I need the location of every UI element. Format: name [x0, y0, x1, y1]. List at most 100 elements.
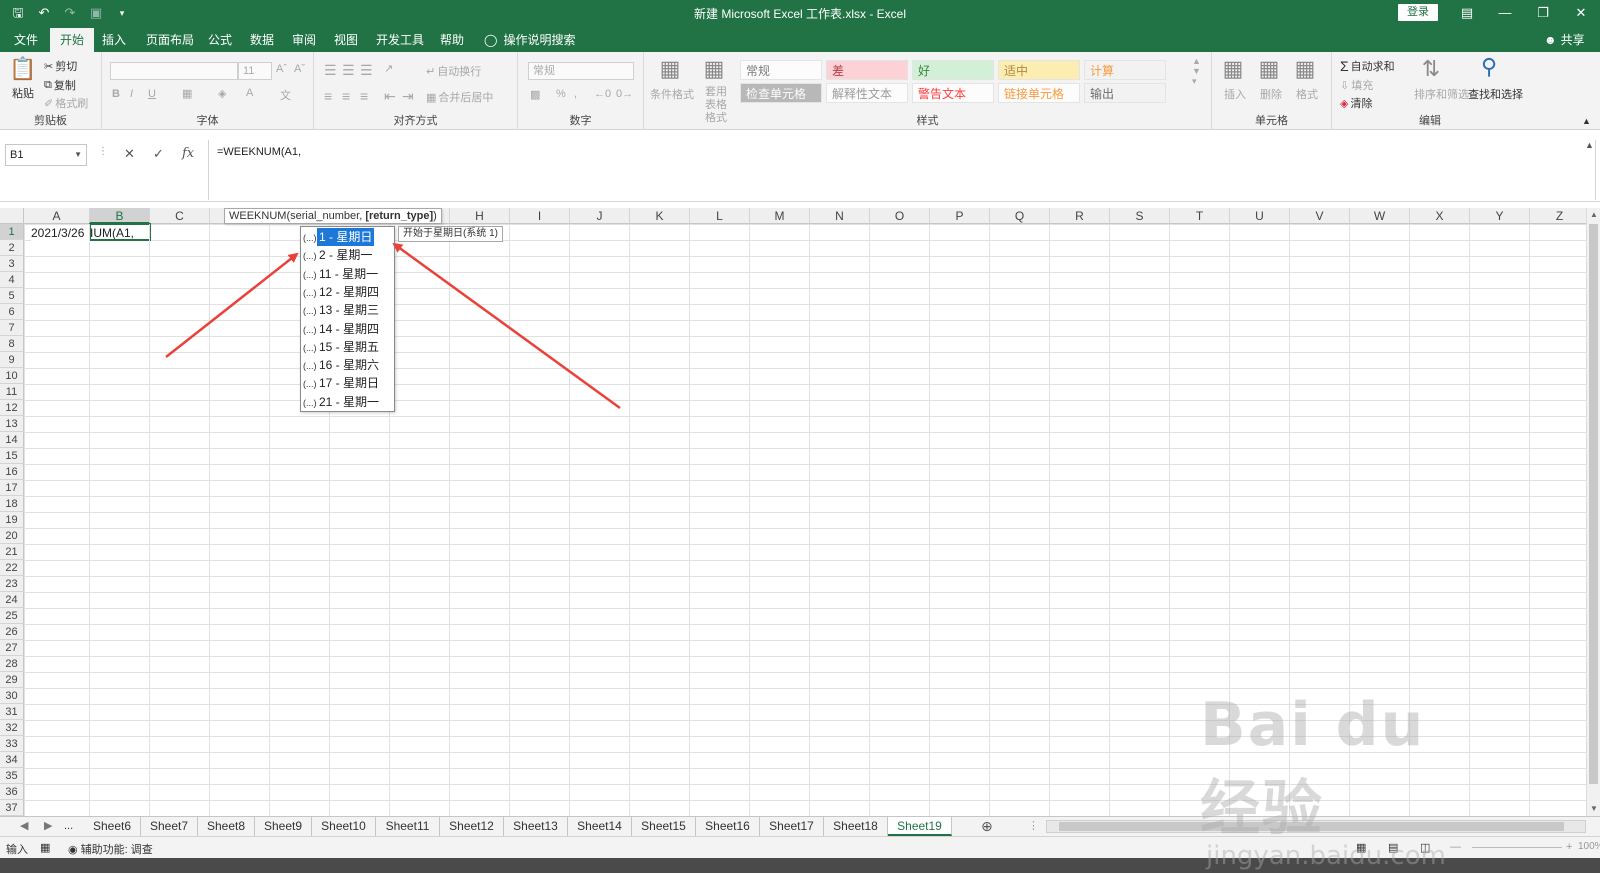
row-header-29[interactable]: 29 [0, 672, 24, 688]
row-header-3[interactable]: 3 [0, 256, 24, 272]
cell-style-5[interactable]: 检查单元格 [740, 83, 822, 103]
column-header-a[interactable]: A [24, 208, 90, 224]
row-header-10[interactable]: 10 [0, 368, 24, 384]
paste-icon[interactable]: 📋 [6, 56, 40, 82]
column-header-m[interactable]: M [750, 208, 810, 224]
italic-icon[interactable]: I [130, 88, 133, 100]
row-header-36[interactable]: 36 [0, 784, 24, 800]
tab-insert[interactable]: 插入 [92, 28, 136, 52]
vertical-scroll-thumb[interactable] [1589, 224, 1598, 784]
column-header-w[interactable]: W [1350, 208, 1410, 224]
name-box-dropdown-icon[interactable]: ▼ [74, 145, 82, 165]
cell-style-2[interactable]: 好 [912, 60, 994, 80]
cell-a1[interactable]: 2021/3/26 [31, 226, 91, 241]
vertical-scrollbar[interactable]: ▲ ▼ [1586, 208, 1600, 816]
scroll-up-icon[interactable]: ▲ [1587, 208, 1600, 222]
row-header-12[interactable]: 12 [0, 400, 24, 416]
format-painter-button[interactable]: ✐ 格式刷 [44, 95, 88, 111]
paste-button[interactable]: 粘贴 [12, 85, 34, 101]
column-header-q[interactable]: Q [990, 208, 1050, 224]
column-header-h[interactable]: H [450, 208, 510, 224]
row-header-21[interactable]: 21 [0, 544, 24, 560]
sheet-tab-sheet6[interactable]: Sheet6 [84, 817, 141, 836]
row-header-6[interactable]: 6 [0, 304, 24, 320]
tab-review[interactable]: 审阅 [282, 28, 326, 52]
bold-icon[interactable]: B [112, 88, 120, 100]
insert-function-icon[interactable]: fx [182, 146, 194, 161]
align-top-icon[interactable]: ☰ [324, 62, 337, 79]
insert-cells-icon[interactable]: ▦ [1218, 56, 1248, 82]
merge-center-button[interactable]: ▦ 合并后居中 [426, 89, 493, 105]
return-type-option[interactable]: (...) 11 - 星期一 [303, 265, 392, 283]
cell-style-7[interactable]: 警告文本 [912, 83, 994, 103]
tab-help[interactable]: 帮助 [430, 28, 474, 52]
close-icon[interactable]: ✕ [1562, 0, 1600, 26]
increase-indent-icon[interactable]: ⇥ [402, 88, 414, 105]
name-box[interactable]: B1 ▼ [5, 144, 87, 166]
share-button[interactable]: ☻ 共享 [1544, 28, 1585, 52]
sheet-tab-sheet13[interactable]: Sheet13 [504, 817, 568, 836]
return-type-option[interactable]: (...) 21 - 星期一 [303, 393, 392, 411]
tab-home[interactable]: 开始 [50, 28, 95, 52]
column-header-k[interactable]: K [630, 208, 690, 224]
restore-icon[interactable]: ❐ [1524, 0, 1562, 26]
grow-font-icon[interactable]: Aˆ [276, 63, 287, 75]
row-header-25[interactable]: 25 [0, 608, 24, 624]
row-header-19[interactable]: 19 [0, 512, 24, 528]
sheet-tab-sheet10[interactable]: Sheet10 [312, 817, 376, 836]
zoom-out-icon[interactable]: — [1450, 841, 1461, 853]
worksheet-grid[interactable]: ABCDEFGHIJKLMNOPQRSTUVWXYZ 1234567891011… [0, 202, 1586, 816]
comma-style-icon[interactable]: , [574, 88, 577, 100]
row-header-2[interactable]: 2 [0, 240, 24, 256]
sheet-tab-sheet19[interactable]: Sheet19 [888, 817, 952, 836]
decrease-indent-icon[interactable]: ⇤ [384, 88, 396, 105]
column-header-t[interactable]: T [1170, 208, 1230, 224]
cell-area[interactable]: 2021/3/26 IUM(A1, [24, 223, 1586, 816]
customize-qat-icon[interactable]: ▾ [112, 3, 132, 23]
font-color-icon[interactable]: A [246, 87, 253, 99]
insert-cells-button[interactable]: 插入 [1224, 86, 1246, 102]
column-header-u[interactable]: U [1230, 208, 1290, 224]
sheet-tab-sheet14[interactable]: Sheet14 [568, 817, 632, 836]
fill-button[interactable]: ⇩ 填充 [1340, 77, 1373, 93]
row-header-20[interactable]: 20 [0, 528, 24, 544]
zoom-level[interactable]: 100% [1578, 841, 1600, 852]
column-header-o[interactable]: O [870, 208, 930, 224]
column-header-b[interactable]: B [90, 208, 150, 224]
return-type-option[interactable]: (...) 17 - 星期日 [303, 374, 392, 392]
column-header-v[interactable]: V [1290, 208, 1350, 224]
confirm-entry-icon[interactable]: ✓ [153, 146, 164, 162]
row-header-34[interactable]: 34 [0, 752, 24, 768]
page-layout-view-icon[interactable]: ▤ [1388, 841, 1398, 854]
return-type-option[interactable]: (...) 2 - 星期一 [303, 246, 392, 264]
row-header-18[interactable]: 18 [0, 496, 24, 512]
normal-view-icon[interactable]: ▦ [1356, 841, 1366, 854]
undo-icon[interactable]: ↶ [34, 3, 54, 23]
return-type-option[interactable]: (...) 15 - 星期五 [303, 338, 392, 356]
orientation-icon[interactable]: ↗ [384, 62, 393, 75]
underline-icon[interactable]: U [148, 88, 156, 100]
row-header-1[interactable]: 1 [0, 224, 24, 240]
accounting-format-icon[interactable]: ▩ [530, 88, 540, 101]
sheet-tab-sheet18[interactable]: Sheet18 [824, 817, 888, 836]
row-header-5[interactable]: 5 [0, 288, 24, 304]
formula-input[interactable]: =WEEKNUM(A1, [208, 140, 1596, 200]
row-header-30[interactable]: 30 [0, 688, 24, 704]
sheet-prev-icon[interactable]: ◀ [20, 817, 28, 836]
login-button[interactable]: 登录 [1398, 4, 1438, 21]
row-header-7[interactable]: 7 [0, 320, 24, 336]
row-header-33[interactable]: 33 [0, 736, 24, 752]
select-all-corner[interactable] [0, 208, 24, 224]
save-icon[interactable]: 🖫 [8, 3, 28, 23]
font-size-combo[interactable]: 11 [238, 62, 272, 80]
return-type-option[interactable]: (...) 1 - 星期日 [303, 228, 392, 246]
row-header-4[interactable]: 4 [0, 272, 24, 288]
row-header-16[interactable]: 16 [0, 464, 24, 480]
delete-cells-icon[interactable]: ▦ [1254, 56, 1284, 82]
tab-page-layout[interactable]: 页面布局 [136, 28, 204, 52]
sheet-tab-sheet17[interactable]: Sheet17 [760, 817, 824, 836]
format-cells-icon[interactable]: ▦ [1290, 56, 1320, 82]
scroll-down-icon[interactable]: ▼ [1587, 802, 1600, 816]
cell-style-6[interactable]: 解释性文本 [826, 83, 908, 103]
row-header-22[interactable]: 22 [0, 560, 24, 576]
